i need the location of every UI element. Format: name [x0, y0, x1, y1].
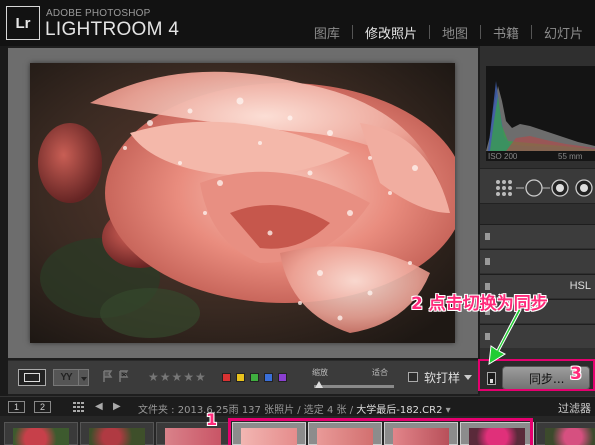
identity-bar: Lr ADOBE PHOTOSHOP LIGHTROOM 4 图库 修改照片 地… [0, 0, 595, 46]
panel-basic-header[interactable] [480, 224, 595, 248]
reject-flag-icon[interactable] [118, 370, 129, 383]
folder-label: 文件夹 : 2013.6.25雨 [138, 405, 239, 416]
soft-proof-checkbox[interactable] [408, 372, 418, 382]
annotation-step-3: 3 [570, 364, 582, 384]
color-label-yellow[interactable] [236, 373, 245, 382]
left-panel-collapsed[interactable] [0, 46, 8, 396]
source-info[interactable]: 文件夹 : 2013.6.25雨 137 张照片 / 选定 4 张 / 大学最后… [138, 401, 451, 416]
histogram-graph [486, 66, 595, 151]
grid-view-icon[interactable] [73, 402, 84, 412]
frame-icon [24, 373, 40, 382]
photo-preview[interactable] [30, 63, 455, 343]
annotation-step-2: 2 点击切换为同步 [411, 294, 548, 314]
iso-readout: ISO 200 [488, 152, 518, 161]
filter-label[interactable]: 过滤器 [558, 400, 591, 416]
brand-title: LIGHTROOM 4 [45, 19, 180, 40]
annotation-step-1: 1 [206, 410, 218, 429]
hsl-panel-title: HSL [569, 280, 591, 292]
soft-proof-label: 软打样 [424, 371, 461, 385]
tool-strip [480, 168, 595, 204]
develop-toolbar: YY ★★★★★ 缩放 适合 软打样 [8, 360, 478, 394]
current-file-name: 大学最后-182.CR2 [356, 405, 443, 416]
zoom-slider-thumb[interactable] [315, 381, 323, 388]
thumbnail-image [13, 428, 69, 445]
histogram[interactable] [486, 66, 595, 161]
toolbar-menu-caret[interactable] [464, 375, 472, 380]
filmstrip-header: 1 2 ◀ ▶ 文件夹 : 2013.6.25雨 137 张照片 / 选定 4 … [0, 396, 595, 416]
photo-canvas [8, 48, 478, 358]
fit-label: 适合 [372, 368, 388, 377]
thumbnail-image [89, 428, 145, 445]
selection-highlight-frame [228, 418, 533, 445]
module-library[interactable]: 图库 [302, 23, 352, 42]
flag-icon[interactable] [102, 370, 113, 383]
chevron-down-icon[interactable]: ▾ [446, 405, 451, 416]
photo-count: 137 张照片 / 选定 4 张 / [241, 405, 354, 416]
color-label-green[interactable] [250, 373, 259, 382]
focal-length-readout: 55 mm [558, 152, 583, 161]
thumbnail-image [545, 428, 595, 445]
green-arrow-icon [488, 307, 522, 365]
before-after-button[interactable]: YY [53, 369, 79, 386]
filmstrip-thumb[interactable] [80, 422, 154, 445]
star-rating[interactable]: ★★★★★ [148, 370, 207, 384]
module-book[interactable]: 书籍 [481, 23, 531, 42]
module-map[interactable]: 地图 [430, 23, 480, 42]
loupe-view-button[interactable] [18, 369, 46, 386]
module-picker: 图库 修改照片 地图 书籍 幻灯片 [302, 22, 595, 42]
secondary-window-button[interactable]: 2 [34, 401, 51, 413]
zoom-label: 缩放 [312, 368, 328, 377]
tool-strip-icons [496, 179, 593, 197]
color-label-red[interactable] [222, 373, 231, 382]
color-label-purple[interactable] [278, 373, 287, 382]
before-after-dropdown[interactable] [79, 369, 89, 386]
panel-toggle-icon[interactable] [485, 258, 490, 265]
filmstrip-thumb[interactable] [536, 422, 595, 445]
lightroom-logo: Lr [6, 6, 40, 40]
color-label-blue[interactable] [264, 373, 273, 382]
module-slideshow[interactable]: 幻灯片 [532, 23, 595, 42]
panel-toggle-icon[interactable] [485, 233, 490, 240]
back-arrow-icon[interactable]: ◀ [95, 401, 103, 412]
panel-tone-curve-header[interactable] [480, 249, 595, 273]
brand-subtitle: ADOBE PHOTOSHOP [46, 8, 151, 19]
primary-window-button[interactable]: 1 [8, 401, 25, 413]
thumbnail-image [165, 428, 221, 445]
forward-arrow-icon[interactable]: ▶ [113, 401, 121, 412]
filmstrip-thumb[interactable] [4, 422, 78, 445]
module-develop[interactable]: 修改照片 [353, 23, 429, 42]
rose-photo-image [30, 63, 455, 343]
zoom-slider-track[interactable] [314, 385, 394, 388]
filmstrip-thumb[interactable] [156, 422, 230, 445]
